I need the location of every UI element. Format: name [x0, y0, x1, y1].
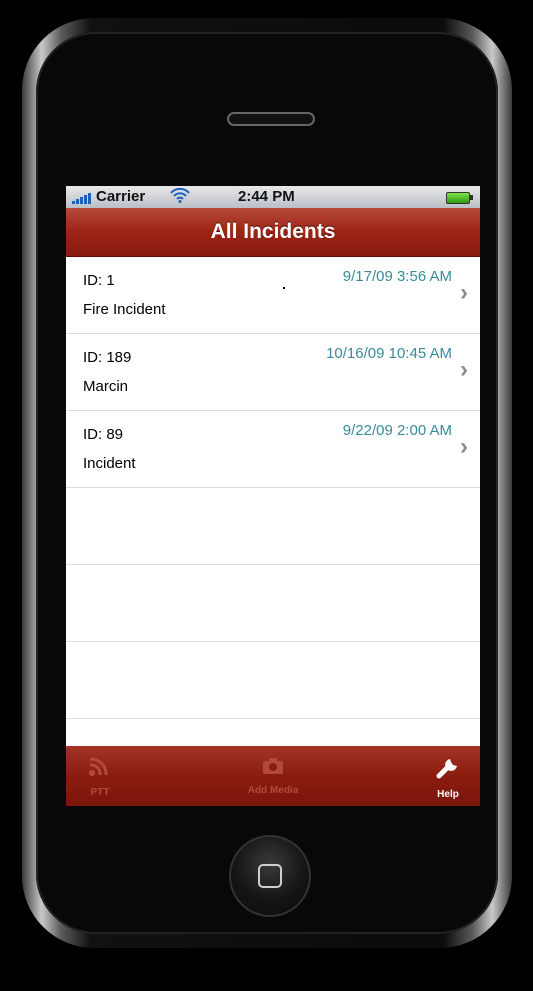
incident-date: 9/22/09 2:00 AM [342, 422, 452, 439]
stray-dot [283, 287, 285, 289]
tab-help[interactable]: Help [420, 746, 476, 806]
app-screen: Carrier 2:44 PM All Incidents ID: 1 Fire… [66, 186, 480, 806]
incident-row[interactable]: ID: 189 Marcin 10/16/09 10:45 AM › [66, 334, 480, 411]
tab-label: PTT [90, 787, 110, 798]
clock-label: 2:44 PM [238, 188, 295, 205]
battery-icon [446, 192, 473, 204]
home-square-icon [258, 864, 282, 888]
navigation-bar: All Incidents [66, 208, 480, 257]
carrier-label: Carrier [96, 188, 146, 205]
tab-bar: PTT Add Media Help [66, 746, 480, 806]
tab-label: Add Media [247, 785, 299, 796]
status-bar: Carrier 2:44 PM [66, 186, 480, 208]
incident-list: ID: 1 Fire Incident 9/17/09 3:56 AM › ID… [66, 257, 480, 719]
empty-row [66, 642, 480, 719]
incident-name: Marcin [83, 378, 129, 395]
earpiece-speaker [227, 112, 315, 126]
incident-row[interactable]: ID: 1 Fire Incident 9/17/09 3:56 AM › [66, 257, 480, 334]
incident-id: ID: 189 [83, 349, 132, 366]
incident-row[interactable]: ID: 89 Incident 9/22/09 2:00 AM › [66, 411, 480, 488]
tab-add-media[interactable]: Add Media [233, 746, 313, 806]
incident-date: 9/17/09 3:56 AM [342, 268, 452, 285]
camera-icon [233, 756, 313, 781]
tab-label: Help [437, 789, 459, 800]
incident-name: Fire Incident [83, 301, 166, 318]
disclosure-chevron-icon: › [460, 356, 468, 383]
signal-strength-icon [72, 192, 94, 204]
tab-ptt[interactable]: PTT [70, 746, 130, 806]
empty-row [66, 565, 480, 642]
home-button[interactable] [229, 835, 311, 917]
incident-name: Incident [83, 455, 136, 472]
wrench-icon [420, 756, 476, 785]
incident-id: ID: 1 [83, 272, 115, 289]
incident-date: 10/16/09 10:45 AM [326, 345, 452, 362]
incident-id: ID: 89 [83, 426, 124, 443]
disclosure-chevron-icon: › [460, 279, 468, 306]
wifi-icon [170, 187, 190, 208]
page-title: All Incidents [210, 220, 336, 243]
empty-row [66, 488, 480, 565]
disclosure-chevron-icon: › [460, 433, 468, 460]
signal-waves-icon [70, 756, 130, 783]
